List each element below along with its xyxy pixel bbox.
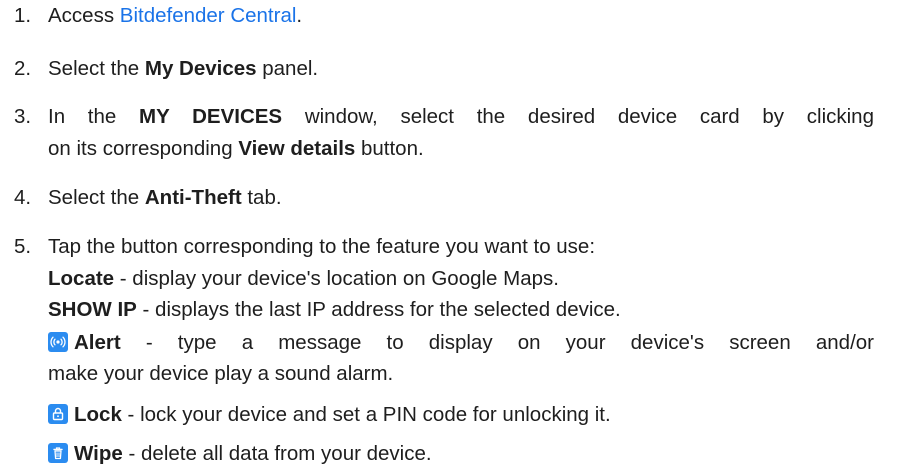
feature-show-ip: SHOW IP - displays the last IP address f… [48,294,874,326]
feature-lock: Lock - lock your device and set a PIN co… [48,399,874,431]
step-text: Select the [48,186,145,209]
wipe-description: - delete all data from your device. [122,442,432,465]
step-number: 1. [14,4,32,27]
lock-icon [48,404,68,424]
step-text-end: tab. [241,186,282,209]
show-ip-description: - displays the last IP address for the s… [136,298,621,321]
step-1: 1. Access Bitdefender Central. [14,0,874,32]
feature-wipe: Wipe - delete all data from your device. [48,438,874,470]
step-text-end: panel. [256,57,319,80]
locate-label: Locate [48,267,115,290]
wipe-label: Wipe [74,442,123,465]
feature-alert: Alert - type a message to display on you… [48,327,874,359]
step-number: 5. [14,235,32,258]
anti-theft-term: Anti-Theft [144,186,242,209]
locate-description: - display your device's location on Goog… [114,267,559,290]
my-devices-term: My Devices [144,57,257,80]
lock-label: Lock [74,403,122,426]
alert-label: Alert [74,331,121,354]
step-number: 3. [14,105,32,128]
alert-description-continued: make your device play a sound alarm. [48,362,394,385]
wipe-icon [48,443,68,463]
step-3-continued: on its corresponding View details button… [48,133,874,165]
alert-icon [48,332,68,352]
step-text-end: button. [355,137,424,160]
alert-description: - type a message to display on your devi… [120,331,874,354]
step-text: Select the [48,57,145,80]
step-number: 4. [14,186,32,209]
step-text: on its corresponding [48,137,239,160]
view-details-term: View details [238,137,356,160]
feature-locate: Locate - display your device's location … [48,263,874,295]
step-3: 3. In the MY DEVICES window, select the d… [14,101,874,133]
step-number: 2. [14,57,32,80]
lock-description: - lock your device and set a PIN code fo… [121,403,611,426]
step-text: Tap the button corresponding to the feat… [48,235,596,258]
show-ip-label: SHOW IP [48,298,137,321]
step-text-mid: window, select the desired device card b… [282,105,874,128]
my-devices-window-term: MY DEVICES [139,105,283,128]
step-text: Access [48,4,120,27]
feature-alert-continued: make your device play a sound alarm. [48,358,874,390]
instructions-document: 1. Access Bitdefender Central. 2. Select t… [0,0,904,472]
step-4: 4. Select the Anti-Theft tab. [14,182,874,214]
step-5: 5. Tap the button corresponding to the fe… [14,231,874,263]
step-text: In the [48,105,140,128]
step-2: 2. Select the My Devices panel. [14,53,874,85]
step-text-end: . [296,4,303,27]
bitdefender-central-link[interactable]: Bitdefender Central [120,4,297,27]
